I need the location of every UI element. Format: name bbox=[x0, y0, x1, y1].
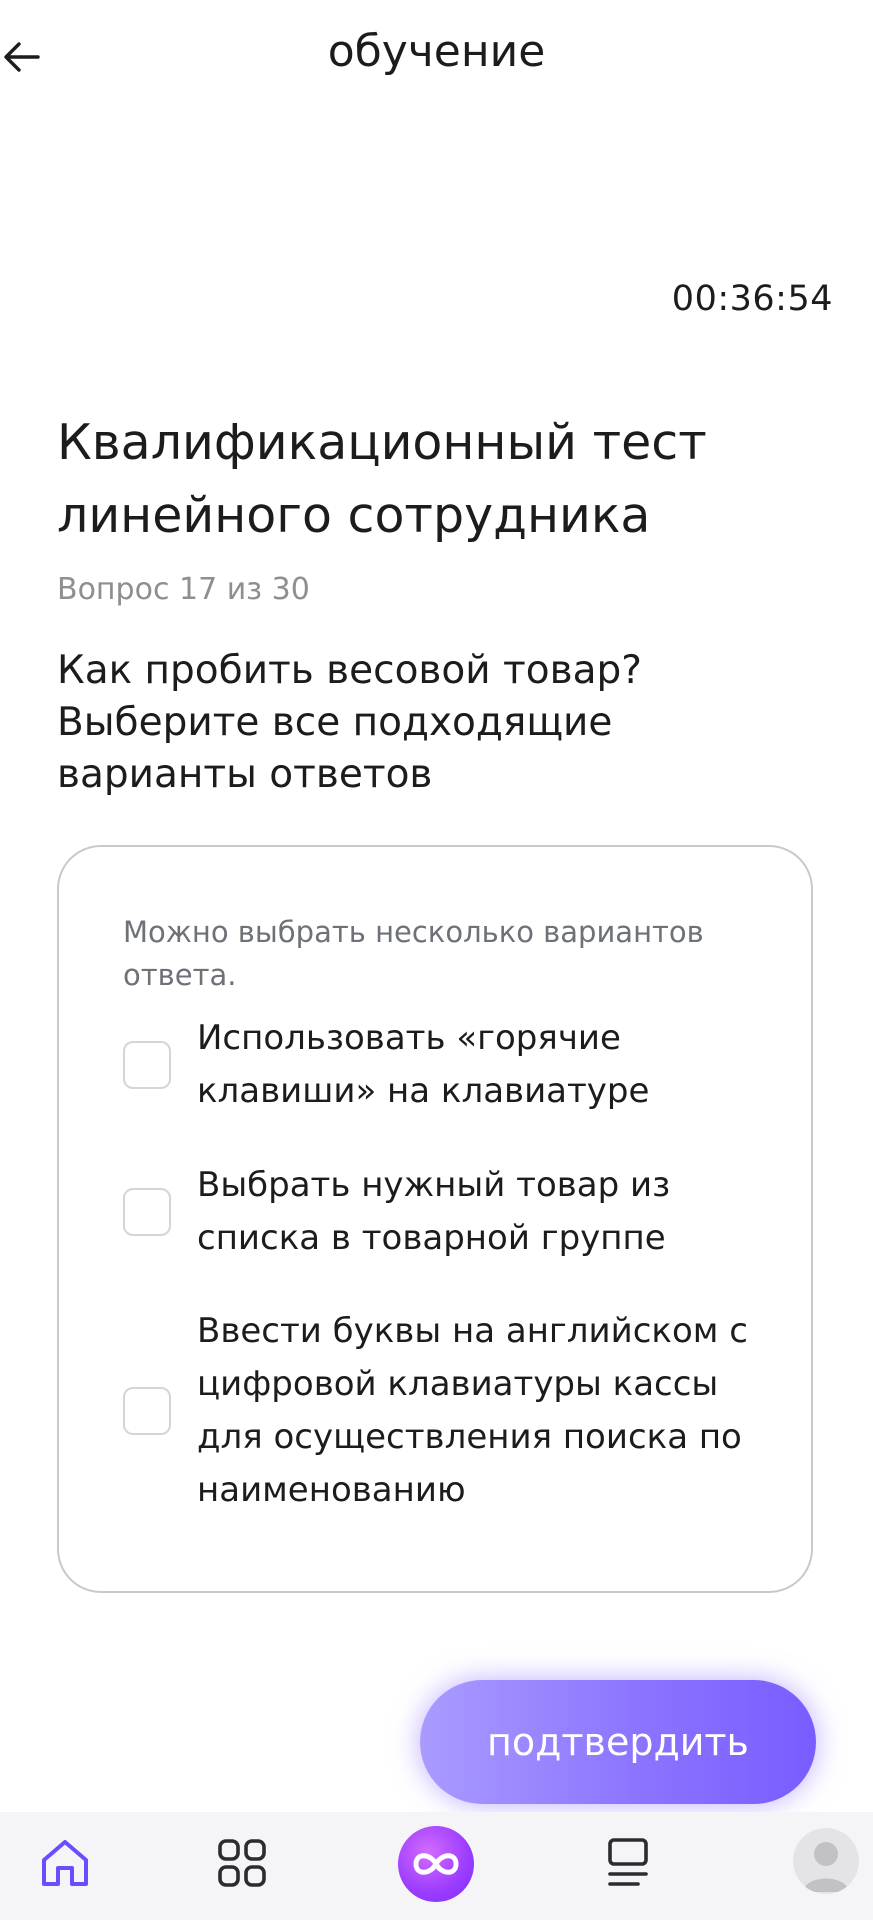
question-progress: Вопрос 17 из 30 bbox=[57, 572, 310, 607]
answer-option-3[interactable]: Ввести буквы на английском с цифровой кл… bbox=[123, 1305, 763, 1517]
answer-option-label: Выбрать нужный товар из списка в товарно… bbox=[197, 1165, 671, 1258]
checkbox[interactable] bbox=[123, 1041, 171, 1089]
answers-card: Можно выбрать несколько вариантов ответа… bbox=[57, 845, 813, 1593]
answer-option-2[interactable]: Выбрать нужный товар из списка в товарно… bbox=[123, 1159, 763, 1265]
tab-main-logo[interactable] bbox=[398, 1826, 474, 1902]
answer-option-1[interactable]: Использовать «горячие клавиши» на клавиа… bbox=[123, 1012, 763, 1118]
page-title: обучение bbox=[327, 26, 546, 77]
test-title: Квалификационный тест линейного сотрудни… bbox=[57, 414, 707, 544]
tab-home[interactable] bbox=[30, 1834, 100, 1904]
tab-catalog[interactable] bbox=[207, 1834, 277, 1904]
timer: 00:36:54 bbox=[671, 279, 833, 319]
bottom-tab-bar bbox=[0, 1812, 873, 1920]
answers-hint: Можно выбрать несколько вариантов ответа… bbox=[123, 915, 704, 992]
answer-option-label: Ввести буквы на английском с цифровой кл… bbox=[197, 1311, 748, 1510]
home-icon bbox=[42, 1840, 88, 1886]
avatar[interactable] bbox=[793, 1828, 859, 1894]
checkbox[interactable] bbox=[123, 1188, 171, 1236]
answer-option-label: Использовать «горячие клавиши» на клавиа… bbox=[197, 1018, 650, 1111]
question-text: Как пробить весовой товар? Выберите все … bbox=[57, 648, 642, 797]
checkbox[interactable] bbox=[123, 1387, 171, 1435]
header: обучение bbox=[0, 0, 873, 115]
tab-list[interactable] bbox=[594, 1834, 664, 1904]
infinity-logo-icon bbox=[413, 1853, 459, 1875]
grid-icon bbox=[218, 1839, 266, 1887]
avatar-icon bbox=[803, 1842, 849, 1892]
list-icon bbox=[608, 1838, 648, 1886]
confirm-button[interactable]: подтвердить bbox=[420, 1680, 816, 1804]
